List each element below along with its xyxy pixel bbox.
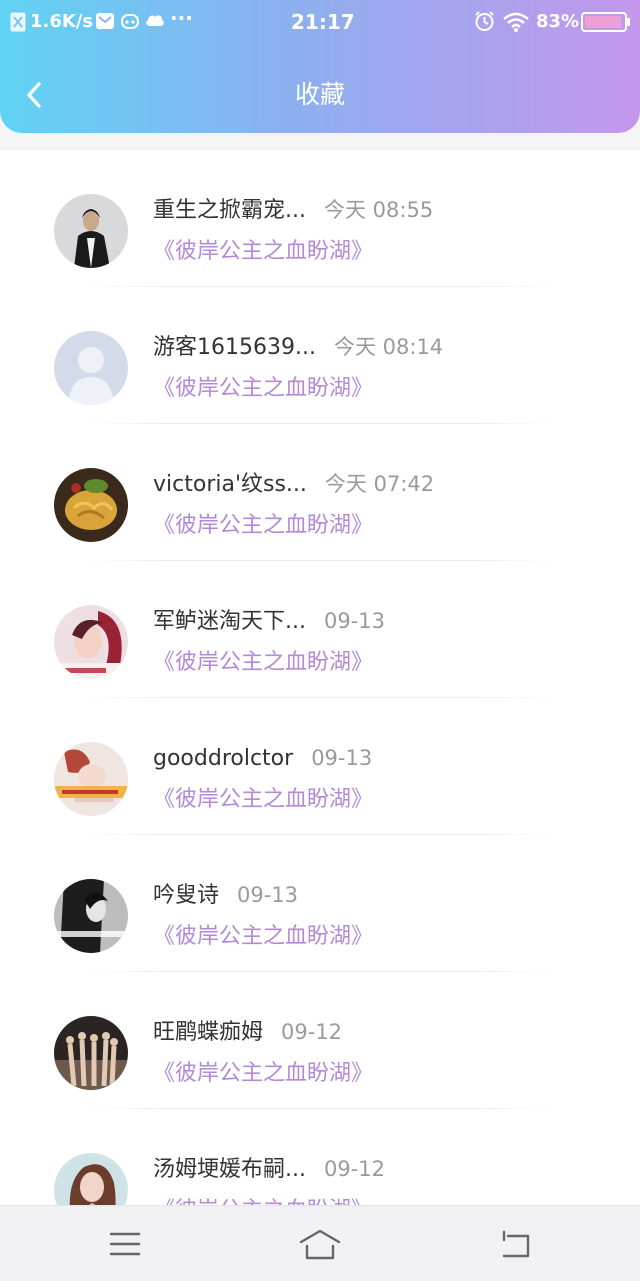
user-name-text: 军鲈迷淘天下... <box>153 609 306 634</box>
favorites-list[interactable]: 重生之掀霸宠... 今天 08:55 《彼岸公主之血盼湖》 游客1615639..… <box>0 150 640 1205</box>
header: 1.6K/s ··· 21:17 83% 收藏 <box>0 0 640 133</box>
user-name: 重生之掀霸宠... 今天 08:55 <box>153 194 433 227</box>
timestamp: 09-13 <box>311 746 373 770</box>
timestamp: 今天 07:42 <box>324 472 435 496</box>
avatar[interactable] <box>54 879 128 953</box>
user-name: 军鲈迷淘天下... 09-13 <box>153 605 385 638</box>
timestamp: 今天 08:14 <box>333 335 444 359</box>
page-title: 收藏 <box>294 80 345 109</box>
timestamp: 09-12 <box>281 1020 343 1044</box>
list-item[interactable]: 军鲈迷淘天下... 09-13 《彼岸公主之血盼湖》 <box>0 561 640 698</box>
book-title-link[interactable]: 《彼岸公主之血盼湖》 <box>153 236 373 268</box>
cat-icon <box>121 14 139 29</box>
sim-icon <box>10 12 26 32</box>
list-item[interactable]: 重生之掀霸宠... 今天 08:55 《彼岸公主之血盼湖》 <box>0 150 640 287</box>
user-name: 汤姆埂媛布嗣... 09-12 <box>153 1153 385 1186</box>
home-icon[interactable] <box>298 1224 342 1264</box>
avatar[interactable] <box>54 194 128 268</box>
avatar[interactable] <box>54 1153 128 1205</box>
avatar[interactable] <box>54 331 128 405</box>
user-name: 游客1615639... 今天 08:14 <box>153 331 443 364</box>
book-title-link[interactable]: 《彼岸公主之血盼湖》 <box>153 1058 373 1090</box>
user-name-text: victoria'纹ss... <box>153 472 307 497</box>
alarm-icon <box>475 11 494 31</box>
book-title-link[interactable]: 《彼岸公主之血盼湖》 <box>153 921 373 953</box>
list-item[interactable]: 吟叟诗 09-13 《彼岸公主之血盼湖》 <box>0 835 640 972</box>
timestamp: 今天 08:55 <box>323 198 434 222</box>
more-dots-icon: ··· <box>170 6 193 30</box>
user-name: 吟叟诗 09-13 <box>153 879 298 912</box>
book-title-link[interactable]: 《彼岸公主之血盼湖》 <box>153 373 373 405</box>
battery-percent: 83% <box>536 11 580 32</box>
list-item[interactable]: 游客1615639... 今天 08:14 《彼岸公主之血盼湖》 <box>0 287 640 424</box>
user-name: victoria'纹ss... 今天 07:42 <box>153 468 434 501</box>
list-item[interactable]: victoria'纹ss... 今天 07:42 《彼岸公主之血盼湖》 <box>0 424 640 561</box>
status-bar: 1.6K/s ··· 21:17 83% <box>0 0 640 44</box>
back-icon[interactable] <box>496 1224 536 1264</box>
user-name: gooddrolctor 09-13 <box>153 742 372 775</box>
book-title-link[interactable]: 《彼岸公主之血盼湖》 <box>153 510 373 542</box>
wifi-icon <box>503 12 529 32</box>
avatar[interactable] <box>54 605 128 679</box>
list-item[interactable]: 汤姆埂媛布嗣... 09-12 《彼岸公主之血盼湖》 <box>0 1109 640 1205</box>
cloud-icon <box>146 15 164 26</box>
avatar[interactable] <box>54 742 128 816</box>
book-title-link[interactable]: 《彼岸公主之血盼湖》 <box>153 1195 373 1205</box>
timestamp: 09-13 <box>237 883 299 907</box>
user-name-text: 游客1615639... <box>153 335 316 360</box>
network-speed: 1.6K/s <box>30 11 94 32</box>
menu-icon[interactable] <box>105 1224 145 1264</box>
mail-icon <box>96 13 114 29</box>
user-name-text: 汤姆埂媛布嗣... <box>153 1157 306 1182</box>
user-name-text: gooddrolctor <box>153 746 294 771</box>
clock: 21:17 <box>291 10 355 34</box>
avatar[interactable] <box>54 468 128 542</box>
list-item[interactable]: gooddrolctor 09-13 《彼岸公主之血盼湖》 <box>0 698 640 835</box>
user-name-text: 旺鹛蝶痂姆 <box>153 1020 264 1045</box>
timestamp: 09-12 <box>323 1157 386 1181</box>
book-title-link[interactable]: 《彼岸公主之血盼湖》 <box>153 784 373 816</box>
timestamp: 09-13 <box>323 609 386 633</box>
user-name-text: 吟叟诗 <box>153 883 220 908</box>
system-nav-bar <box>0 1205 640 1281</box>
avatar[interactable] <box>54 1016 128 1090</box>
user-name: 旺鹛蝶痂姆 09-12 <box>153 1016 342 1049</box>
list-item[interactable]: 旺鹛蝶痂姆 09-12 《彼岸公主之血盼湖》 <box>0 972 640 1109</box>
battery-icon <box>581 12 630 32</box>
user-name-text: 重生之掀霸宠... <box>153 198 306 223</box>
book-title-link[interactable]: 《彼岸公主之血盼湖》 <box>153 647 373 679</box>
